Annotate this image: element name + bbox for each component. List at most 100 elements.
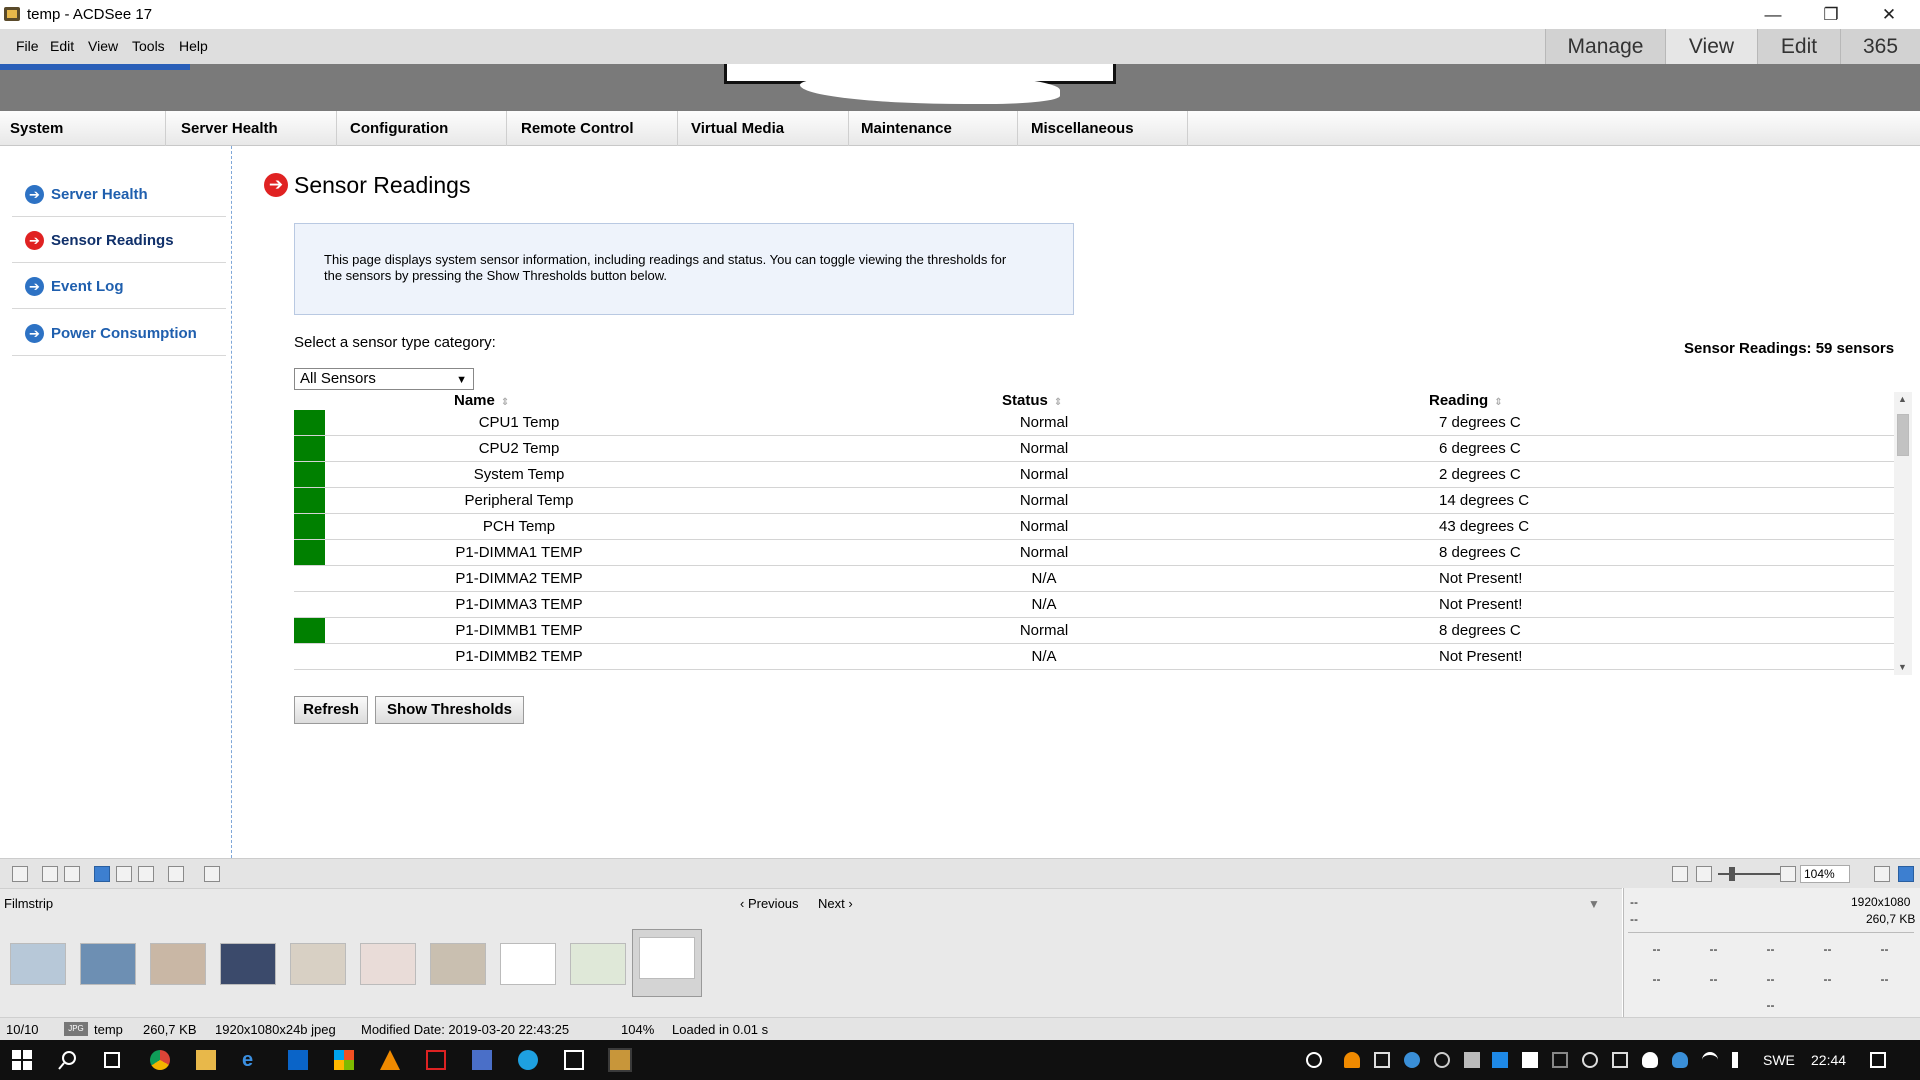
sidebar-item-label: Sensor Readings [51, 232, 174, 249]
scroll-down-icon[interactable]: ▼ [1898, 662, 1907, 672]
zoom-tool-icon[interactable] [138, 866, 154, 882]
zoom-out-icon[interactable] [1696, 866, 1712, 882]
slideshow-icon[interactable] [204, 866, 220, 882]
nav-tab-system[interactable]: System [0, 111, 166, 146]
chevron-down-icon: ▼ [456, 374, 467, 386]
show-thresholds-button[interactable]: Show Thresholds [375, 696, 524, 724]
filmstrip-thumbnail[interactable] [639, 937, 695, 979]
tray-app-icon[interactable] [1344, 1052, 1360, 1068]
previous-button[interactable]: ‹ Previous [740, 896, 799, 911]
onedrive-business-icon[interactable] [1672, 1052, 1688, 1068]
filmstrip-thumbnail[interactable] [220, 943, 276, 985]
input-language[interactable]: SWE [1763, 1052, 1795, 1068]
zoom-slider-thumb[interactable] [1729, 867, 1735, 881]
wifi-icon[interactable] [1702, 1052, 1718, 1068]
search-icon[interactable] [58, 1050, 78, 1070]
windows-start-icon[interactable] [12, 1050, 32, 1070]
mode-365-button[interactable]: 365 [1840, 29, 1920, 64]
zoom-level-field[interactable]: 104% [1800, 865, 1850, 883]
zoom-in-icon[interactable] [1780, 866, 1796, 882]
auto-lens-icon[interactable] [12, 866, 28, 882]
rotate-right-icon[interactable] [64, 866, 80, 882]
chrome-icon[interactable] [150, 1050, 170, 1070]
sidebar-item-server-health[interactable]: ➔ Server Health [12, 171, 226, 217]
mode-view-button[interactable]: View [1665, 29, 1757, 64]
shield-icon[interactable] [1522, 1052, 1538, 1068]
sidebar-item-power-consumption[interactable]: ➔ Power Consumption [12, 310, 226, 356]
scroll-up-icon[interactable]: ▲ [1898, 394, 1907, 404]
menu-view[interactable]: View [88, 38, 118, 54]
sync-icon[interactable] [1434, 1052, 1450, 1068]
fit-icon[interactable] [1672, 866, 1688, 882]
image-viewer[interactable]: System Server Health Configuration Remot… [0, 64, 1920, 858]
nav-tab-server-health[interactable]: Server Health [166, 111, 337, 146]
filmstrip-thumbnail[interactable] [500, 943, 556, 985]
column-header-status[interactable]: Status ⇕ [1002, 392, 1062, 410]
minimize-button[interactable]: — [1744, 0, 1802, 29]
volume-icon[interactable] [1732, 1052, 1748, 1068]
table-scrollbar[interactable]: ▲ ▼ [1894, 392, 1912, 675]
restore-button[interactable]: ❐ [1802, 0, 1860, 29]
file-size: 260,7 KB [143, 1022, 197, 1037]
tray-app-icon-2[interactable] [1552, 1052, 1568, 1068]
nav-tab-remote-control[interactable]: Remote Control [507, 111, 678, 146]
filmstrip-menu-icon[interactable]: ▼ [1588, 897, 1600, 911]
acdsee-app-icon [4, 7, 20, 21]
refresh-button[interactable]: Refresh [294, 696, 368, 724]
sidebar-item-sensor-readings[interactable]: ➔ Sensor Readings [12, 217, 226, 263]
nav-tab-maintenance[interactable]: Maintenance [849, 111, 1018, 146]
outlook-icon[interactable] [288, 1050, 308, 1070]
mode-edit-button[interactable]: Edit [1757, 29, 1840, 64]
skype-icon[interactable] [518, 1050, 538, 1070]
display-icon[interactable] [1374, 1052, 1390, 1068]
navigator-icon[interactable] [168, 866, 184, 882]
nav-tab-miscellaneous[interactable]: Miscellaneous [1018, 111, 1188, 146]
file-explorer-icon[interactable] [196, 1050, 216, 1070]
filmstrip-thumbnail[interactable] [80, 943, 136, 985]
menu-edit[interactable]: Edit [50, 38, 74, 54]
filmstrip-thumbnail[interactable] [290, 943, 346, 985]
tray-blue-icon[interactable] [1492, 1052, 1508, 1068]
acrobat-icon[interactable] [426, 1050, 446, 1070]
people-icon[interactable] [1306, 1052, 1322, 1068]
filmstrip-thumbnail[interactable] [10, 943, 66, 985]
filmstrip-thumbnail[interactable] [360, 943, 416, 985]
nav-tab-configuration[interactable]: Configuration [337, 111, 507, 146]
select-tool-icon[interactable] [116, 866, 132, 882]
sensor-category-select[interactable]: All Sensors ▼ [294, 368, 474, 390]
nav-tab-virtual-media[interactable]: Virtual Media [678, 111, 849, 146]
vlc-icon[interactable] [380, 1050, 400, 1070]
menu-tools[interactable]: Tools [132, 38, 165, 54]
menu-file[interactable]: File [16, 38, 39, 54]
menu-help[interactable]: Help [179, 38, 208, 54]
taskbar-clock[interactable]: 22:44 [1811, 1052, 1846, 1068]
column-header-reading[interactable]: Reading ⇕ [1429, 392, 1503, 410]
network-app-icon[interactable] [472, 1050, 492, 1070]
column-header-name[interactable]: Name ⇕ [454, 392, 509, 410]
steam-icon[interactable] [1404, 1052, 1420, 1068]
scrollbar-thumb[interactable] [1897, 414, 1909, 456]
edge-icon[interactable]: e [242, 1050, 262, 1070]
monitor-icon[interactable] [1464, 1052, 1480, 1068]
close-button[interactable]: ✕ [1860, 0, 1918, 29]
battery-icon[interactable] [1612, 1052, 1628, 1068]
mode-manage-button[interactable]: Manage [1545, 29, 1665, 64]
filmstrip-thumbnail[interactable] [430, 943, 486, 985]
calculator-icon[interactable] [564, 1050, 584, 1070]
cell-reading: Not Present! [1439, 596, 1523, 613]
acdsee-taskbar-icon[interactable] [608, 1048, 632, 1072]
onedrive-icon[interactable] [1642, 1052, 1658, 1068]
tray-app-icon-3[interactable] [1582, 1052, 1598, 1068]
filmstrip-thumbnail[interactable] [150, 943, 206, 985]
sidebar-item-event-log[interactable]: ➔ Event Log [12, 263, 226, 309]
rotate-left-icon[interactable] [42, 866, 58, 882]
filmstrip-thumbnail[interactable] [570, 943, 626, 985]
notification-icon[interactable] [1870, 1052, 1886, 1068]
task-view-icon[interactable] [102, 1050, 122, 1070]
full-screen-icon[interactable] [1898, 866, 1914, 882]
hand-tool-icon[interactable] [94, 866, 110, 882]
next-button[interactable]: Next › [818, 896, 853, 911]
app-grid-icon[interactable] [334, 1050, 354, 1070]
zoom-slider[interactable] [1718, 873, 1780, 875]
actual-size-icon[interactable] [1874, 866, 1890, 882]
